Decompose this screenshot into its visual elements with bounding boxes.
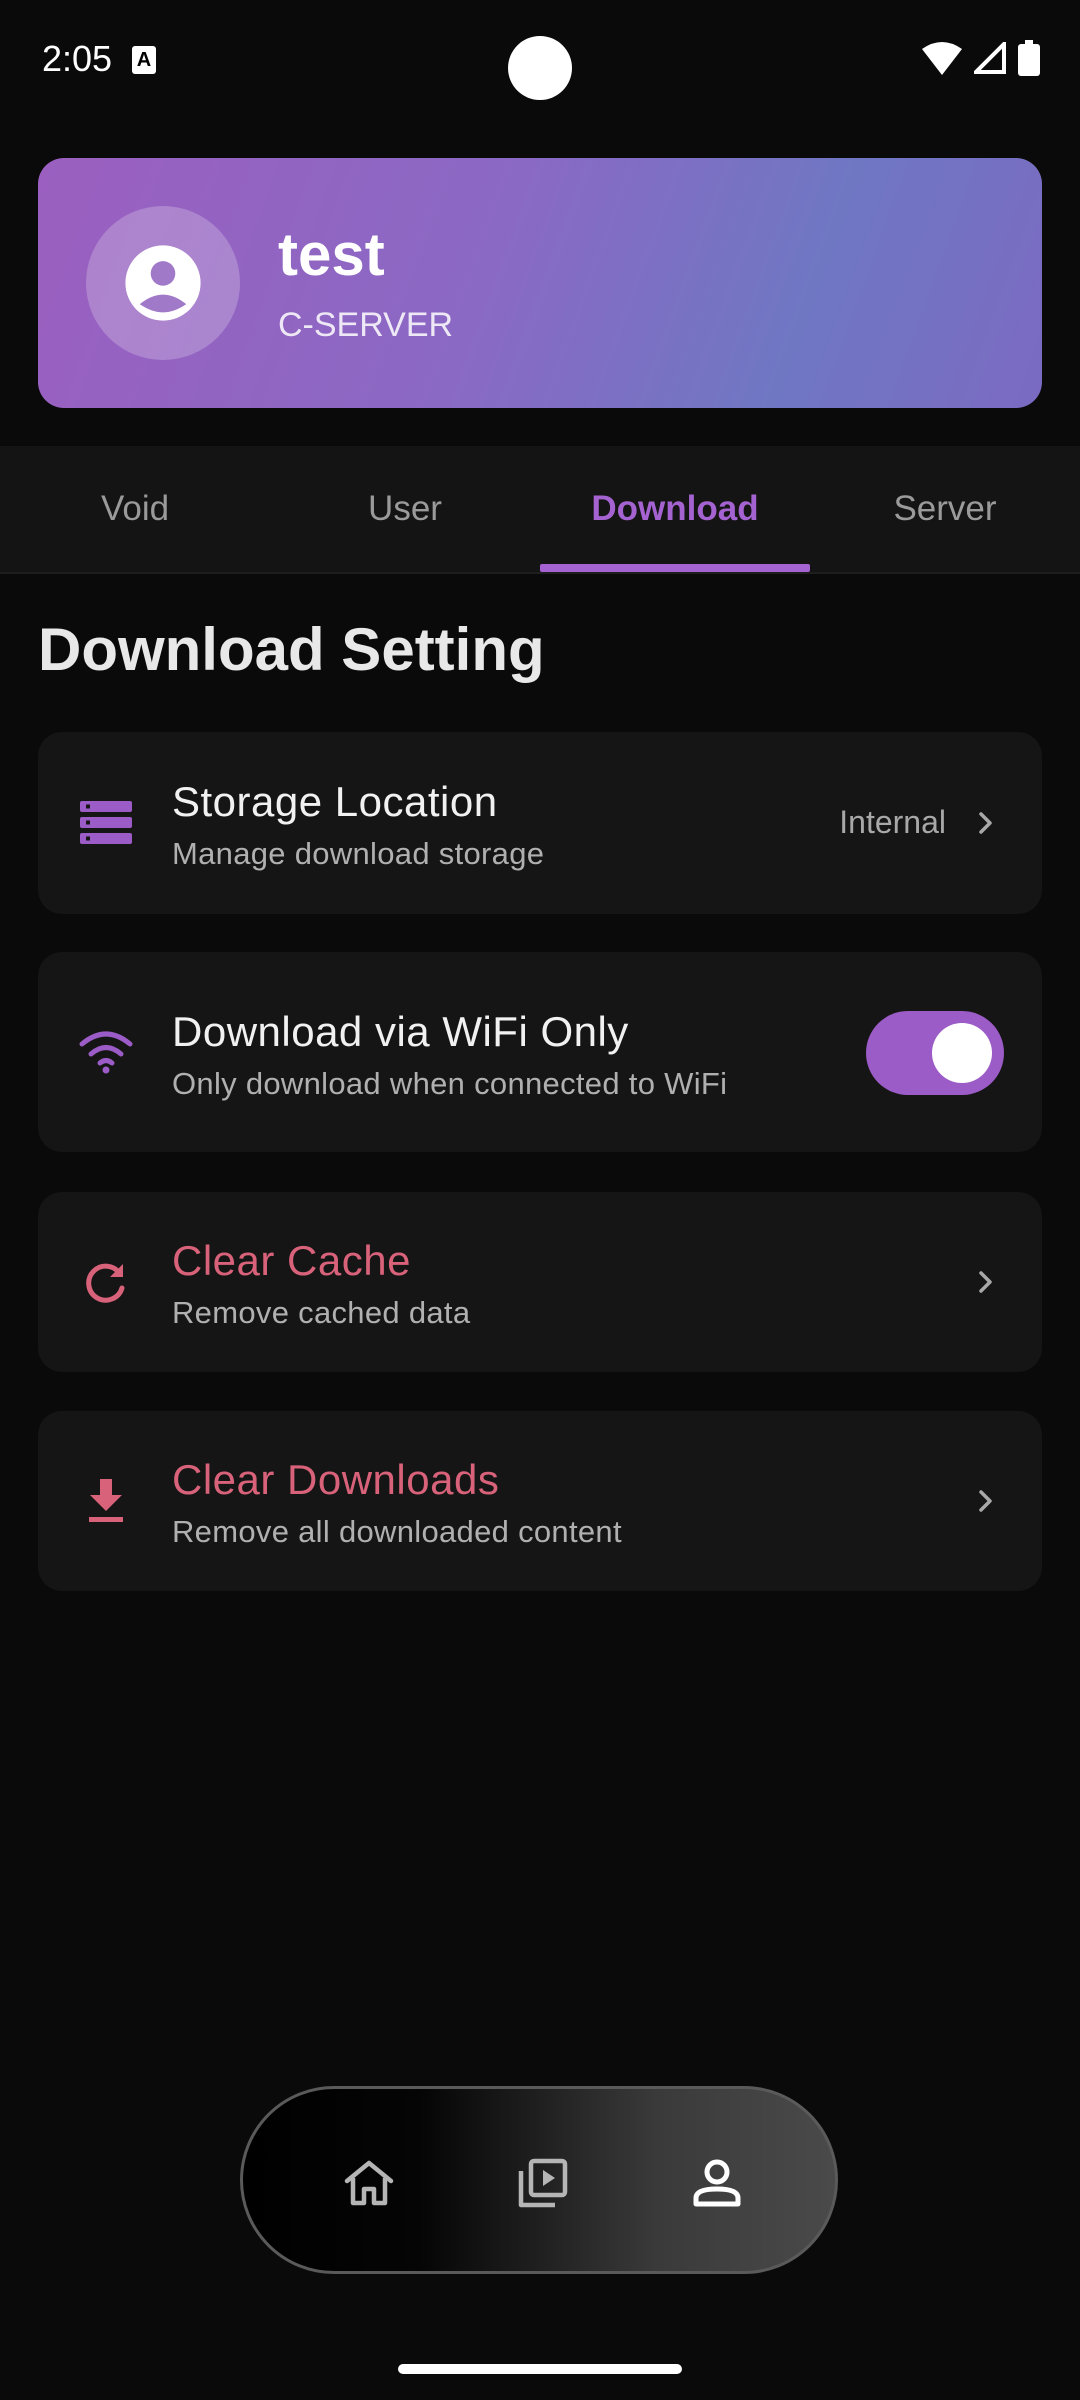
storage-value: Internal bbox=[839, 804, 946, 840]
settings-tabs: Void User Download Server bbox=[0, 446, 1080, 574]
status-bar: 2:05 A bbox=[0, 0, 1080, 120]
chevron-right-icon bbox=[979, 1490, 992, 1512]
section-title: Download Setting bbox=[38, 616, 545, 683]
notification-icon: A bbox=[132, 46, 156, 74]
refresh-icon bbox=[76, 1252, 136, 1312]
profile-server: C-SERVER bbox=[278, 306, 454, 344]
download-icon bbox=[76, 1471, 136, 1531]
storage-title: Storage Location bbox=[172, 778, 498, 825]
tab-download[interactable]: Download bbox=[540, 446, 810, 572]
avatar bbox=[86, 206, 240, 360]
tab-user[interactable]: User bbox=[270, 446, 540, 572]
clear-cache-subtitle: Remove cached data bbox=[172, 1295, 471, 1330]
battery-icon bbox=[1018, 40, 1040, 76]
home-icon[interactable] bbox=[319, 2133, 419, 2233]
account-circle-icon bbox=[125, 245, 201, 321]
storage-subtitle: Manage download storage bbox=[172, 836, 545, 871]
profile-icon[interactable] bbox=[667, 2133, 767, 2233]
tab-void[interactable]: Void bbox=[0, 446, 270, 572]
wifi-icon bbox=[76, 1022, 136, 1082]
cell-signal-icon bbox=[974, 42, 1006, 74]
storage-icon bbox=[76, 793, 136, 853]
tab-server[interactable]: Server bbox=[810, 446, 1080, 572]
status-time: 2:05 bbox=[42, 38, 113, 79]
storage-location-item[interactable]: Storage Location Manage download storage… bbox=[38, 732, 1042, 914]
chevron-right-icon bbox=[979, 1271, 992, 1293]
toggle-knob bbox=[932, 1023, 992, 1083]
clear-downloads-title: Clear Downloads bbox=[172, 1456, 500, 1503]
wifi-only-title: Download via WiFi Only bbox=[172, 1008, 629, 1055]
media-library-icon[interactable] bbox=[493, 2133, 593, 2233]
clear-downloads-subtitle: Remove all downloaded content bbox=[172, 1514, 622, 1549]
status-icons bbox=[922, 40, 1040, 76]
bottom-navigation bbox=[240, 2086, 838, 2274]
chevron-right-icon bbox=[979, 812, 992, 834]
profile-card[interactable]: test C-SERVER bbox=[38, 158, 1042, 408]
clear-downloads-item[interactable]: Clear Downloads Remove all downloaded co… bbox=[38, 1411, 1042, 1591]
camera-cutout bbox=[508, 36, 572, 100]
home-indicator[interactable] bbox=[398, 2364, 682, 2374]
wifi-signal-icon bbox=[922, 42, 962, 75]
tab-indicator bbox=[540, 564, 810, 572]
wifi-only-subtitle: Only download when connected to WiFi bbox=[172, 1066, 728, 1101]
clear-cache-item[interactable]: Clear Cache Remove cached data bbox=[38, 1192, 1042, 1372]
wifi-only-item[interactable]: Download via WiFi Only Only download whe… bbox=[38, 952, 1042, 1152]
clear-cache-title: Clear Cache bbox=[172, 1237, 411, 1284]
profile-name: test bbox=[278, 221, 385, 288]
wifi-only-toggle[interactable] bbox=[866, 1011, 1004, 1095]
